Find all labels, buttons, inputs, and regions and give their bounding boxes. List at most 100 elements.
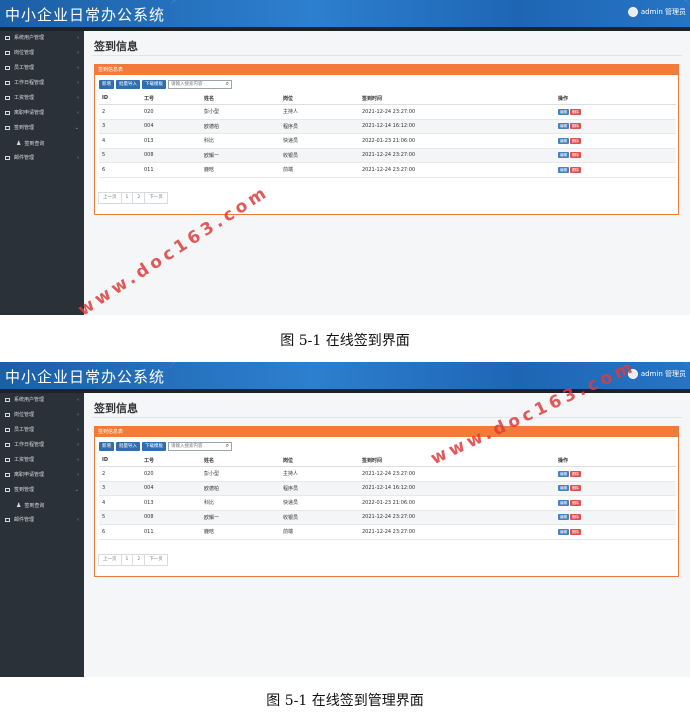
import-button[interactable]: 批量导入 <box>116 80 140 89</box>
user-label: admin 管理员 <box>640 370 686 378</box>
search-icon[interactable]: ⌕ <box>226 442 229 449</box>
page-title: 签到信息 <box>94 402 138 415</box>
panel-title: 签到信息表 <box>95 427 678 437</box>
sidebar-item-signin-query[interactable]: ♟ 签到查询 <box>0 498 84 513</box>
sidebar-item-resignation[interactable]: 离职申请管理 ‹ <box>0 106 84 121</box>
delete-button[interactable]: 删除 <box>570 108 581 115</box>
table-row: 6 011 鹿晗 前端 2021-12-24 23:27:00 编辑 删除 <box>99 524 676 540</box>
edit-button[interactable]: 编辑 <box>558 528 569 535</box>
user-menu[interactable]: admin 管理员 <box>627 7 686 17</box>
sidebar-item-signin[interactable]: 签到管理 ⌄ <box>0 483 84 498</box>
search-input[interactable]: 请输入搜索内容 ⌕ <box>168 442 232 451</box>
column-header: 岗位 <box>280 92 359 105</box>
delete-button[interactable]: 删除 <box>570 137 581 144</box>
monitor-icon <box>5 95 10 100</box>
chevron-left-icon: ‹ <box>77 155 79 161</box>
monitor-icon <box>5 472 10 477</box>
add-button[interactable]: 新增 <box>99 442 114 451</box>
table-row: 4 013 科比 快递员 2022-01-23 21:06:00 编辑 删除 <box>99 133 676 149</box>
monitor-icon <box>5 35 10 40</box>
delete-button[interactable]: 删除 <box>570 166 581 173</box>
header-bar: 中小企业日常办公系统 admin 管理员 <box>0 0 690 31</box>
sidebar-item-salary[interactable]: 工资管理 ‹ <box>0 91 84 106</box>
sidebar-item-positions[interactable]: 岗位管理 ‹ <box>0 408 84 423</box>
monitor-icon <box>5 155 10 160</box>
delete-button[interactable]: 删除 <box>570 514 581 521</box>
toolbar: 新增 批量导入 下载模板 请输入搜索内容 ⌕ <box>99 442 232 451</box>
chevron-left-icon: ‹ <box>77 95 79 101</box>
column-header: ID <box>99 454 141 467</box>
prev-page-button[interactable]: 上一页 <box>98 554 122 566</box>
sidebar-item-mail[interactable]: 邮件管理 ‹ <box>0 513 84 528</box>
monitor-icon <box>5 487 10 492</box>
monitor-icon <box>5 427 10 432</box>
signin-table: ID 工号 姓名 岗位 签到时间 操作 2 020 彭小型 主持人 2021-12-24… <box>99 454 676 540</box>
monitor-icon <box>5 125 10 130</box>
delete-button[interactable]: 删除 <box>570 499 581 506</box>
monitor-icon <box>5 412 10 417</box>
column-header: 工号 <box>141 92 201 105</box>
monitor-icon <box>5 457 10 462</box>
next-page-button[interactable]: 下一页 <box>144 554 168 566</box>
edit-button[interactable]: 编辑 <box>558 166 569 173</box>
monitor-icon <box>5 397 10 402</box>
chevron-left-icon: ‹ <box>77 65 79 71</box>
download-template-button[interactable]: 下载模板 <box>142 442 166 451</box>
avatar <box>627 7 638 17</box>
user-icon: ♟ <box>16 502 22 509</box>
edit-button[interactable]: 编辑 <box>558 137 569 144</box>
sidebar-item-resignation[interactable]: 离职申请管理 ‹ <box>0 468 84 483</box>
user-label: admin 管理员 <box>640 8 686 16</box>
monitor-icon <box>5 110 10 115</box>
sidebar-item-positions[interactable]: 岗位管理 ‹ <box>0 46 84 61</box>
add-button[interactable]: 新增 <box>99 80 114 89</box>
import-button[interactable]: 批量导入 <box>116 442 140 451</box>
sidebar: 系统用户管理 ‹ 岗位管理 ‹ 员工管理 ‹ 工作日程管理 ‹ 工资管理 ‹ 离职申请管理… <box>0 393 84 677</box>
edit-button[interactable]: 编辑 <box>558 499 569 506</box>
sidebar-item-signin[interactable]: 签到管理 ⌄ <box>0 121 84 136</box>
edit-button[interactable]: 编辑 <box>558 108 569 115</box>
edit-button[interactable]: 编辑 <box>558 123 569 130</box>
column-header: 姓名 <box>201 454 280 467</box>
edit-button[interactable]: 编辑 <box>558 470 569 477</box>
search-icon[interactable]: ⌕ <box>226 80 229 87</box>
column-header: ID <box>99 92 141 105</box>
search-input[interactable]: 请输入搜索内容 ⌕ <box>168 80 232 89</box>
prev-page-button[interactable]: 上一页 <box>98 192 122 204</box>
chevron-left-icon: ‹ <box>77 442 79 448</box>
delete-button[interactable]: 删除 <box>570 470 581 477</box>
sidebar-item-employees[interactable]: 员工管理 ‹ <box>0 423 84 438</box>
delete-button[interactable]: 删除 <box>570 123 581 130</box>
sidebar-item-schedule[interactable]: 工作日程管理 ‹ <box>0 438 84 453</box>
sidebar-item-user-admin[interactable]: 系统用户管理 ‹ <box>0 393 84 408</box>
edit-button[interactable]: 编辑 <box>558 485 569 492</box>
sidebar-item-salary[interactable]: 工资管理 ‹ <box>0 453 84 468</box>
main-content: 签到信息 签到信息表 新增 批量导入 下载模板 请输入搜索内容 ⌕ ID 工号 姓… <box>84 31 690 315</box>
chevron-left-icon: ‹ <box>77 80 79 86</box>
sidebar-item-employees[interactable]: 员工管理 ‹ <box>0 61 84 76</box>
sidebar-item-signin-query[interactable]: ♟ 签到查询 <box>0 136 84 151</box>
chevron-left-icon: ‹ <box>77 35 79 41</box>
download-template-button[interactable]: 下载模板 <box>142 80 166 89</box>
sidebar-item-user-admin[interactable]: 系统用户管理 ‹ <box>0 31 84 46</box>
sidebar-item-schedule[interactable]: 工作日程管理 ‹ <box>0 76 84 91</box>
next-page-button[interactable]: 下一页 <box>144 192 168 204</box>
monitor-icon <box>5 65 10 70</box>
table-row: 5 008 欧懈一 收银员 2021-12-24 23:27:00 编辑 删除 <box>99 148 676 163</box>
page-title: 签到信息 <box>94 40 138 53</box>
pagination: 上一页 1 2 下一页 <box>98 192 168 204</box>
monitor-icon <box>5 50 10 55</box>
chevron-left-icon: ‹ <box>77 397 79 403</box>
figure-caption-1: 图 5-1 在线签到界面 <box>280 333 410 349</box>
signin-panel: 签到信息表 新增 批量导入 下载模板 请输入搜索内容 ⌕ ID 工号 姓名 岗位 … <box>94 426 679 577</box>
chevron-left-icon: ‹ <box>77 517 79 523</box>
monitor-icon <box>5 442 10 447</box>
delete-button[interactable]: 删除 <box>570 528 581 535</box>
edit-button[interactable]: 编辑 <box>558 514 569 521</box>
table-row: 4 013 科比 快递员 2022-01-23 21:06:00 编辑 删除 <box>99 495 676 511</box>
edit-button[interactable]: 编辑 <box>558 152 569 159</box>
delete-button[interactable]: 删除 <box>570 152 581 159</box>
column-header: 姓名 <box>201 92 280 105</box>
sidebar-item-mail[interactable]: 邮件管理 ‹ <box>0 151 84 166</box>
delete-button[interactable]: 删除 <box>570 485 581 492</box>
